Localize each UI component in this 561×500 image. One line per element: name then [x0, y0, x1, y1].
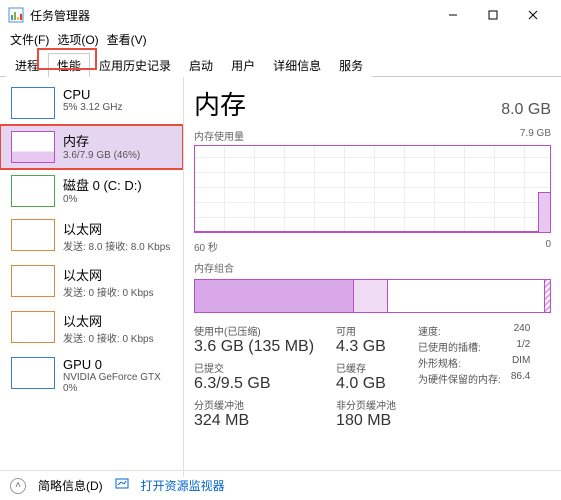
- chevron-down-icon[interactable]: ˄: [10, 478, 26, 494]
- sidebar-item-memory[interactable]: 内存 3.6/7.9 GB (46%): [0, 125, 183, 169]
- memory-thumbnail: [11, 131, 55, 163]
- stat-nonpaged: 180 MB: [336, 412, 396, 430]
- sidebar-item-cpu[interactable]: CPU 5% 3.12 GHz: [0, 81, 183, 125]
- monitor-icon: [115, 477, 129, 494]
- sidebar-sublabel: 0%: [63, 194, 175, 205]
- stat-label: 已提交: [194, 360, 314, 375]
- slots-value: 1/2: [516, 339, 530, 354]
- minimize-button[interactable]: [433, 0, 473, 30]
- page-title: 内存: [194, 85, 246, 122]
- sidebar-sublabel: 发送: 0 接收: 0 Kbps: [63, 330, 175, 345]
- tab-processes[interactable]: 进程: [6, 53, 48, 77]
- tab-performance[interactable]: 性能: [48, 53, 90, 77]
- sidebar-item-gpu[interactable]: GPU 0 NVIDIA GeForce GTX 0%: [0, 351, 183, 400]
- form-label: 外形规格:: [418, 355, 461, 370]
- tabs: 进程 性能 应用历史记录 启动 用户 详细信息 服务: [0, 52, 561, 77]
- stat-cached: 4.0 GB: [336, 375, 396, 393]
- composition-reserved: [544, 280, 550, 312]
- memory-usage-chart[interactable]: [194, 145, 551, 233]
- tab-app-history[interactable]: 应用历史记录: [90, 53, 180, 77]
- composition-in-use: [195, 280, 354, 312]
- tab-details[interactable]: 详细信息: [264, 53, 330, 77]
- content: CPU 5% 3.12 GHz 内存 3.6/7.9 GB (46%) 磁盘 0…: [0, 77, 561, 477]
- stat-label: 分页缓冲池: [194, 397, 314, 412]
- open-resource-monitor-link[interactable]: 打开资源监视器: [141, 477, 225, 494]
- gpu-thumbnail: [11, 357, 55, 389]
- disk-thumbnail: [11, 175, 55, 207]
- stat-label: 使用中(已压缩): [194, 323, 314, 338]
- sidebar-label: GPU 0: [63, 357, 175, 372]
- sidebar-label: 内存: [63, 131, 175, 150]
- tab-users[interactable]: 用户: [222, 53, 264, 77]
- sidebar-item-disk[interactable]: 磁盘 0 (C: D:) 0%: [0, 169, 183, 213]
- menubar: 文件(F) 选项(O) 查看(V): [0, 30, 561, 50]
- sidebar-label: 磁盘 0 (C: D:): [63, 175, 175, 194]
- sidebar-sublabel: 3.6/7.9 GB (46%): [63, 150, 175, 161]
- chart-max: 7.9 GB: [520, 128, 551, 143]
- stat-available: 4.3 GB: [336, 338, 396, 356]
- sidebar-sublabel: 5% 3.12 GHz: [63, 102, 175, 113]
- stat-paged: 324 MB: [194, 412, 314, 430]
- titlebar: 任务管理器: [0, 0, 561, 30]
- sidebar-item-ethernet-1[interactable]: 以太网 发送: 8.0 接收: 8.0 Kbps: [0, 213, 183, 259]
- close-button[interactable]: [513, 0, 553, 30]
- tab-services[interactable]: 服务: [330, 53, 372, 77]
- speed-label: 速度:: [418, 323, 441, 338]
- sidebar-label: 以太网: [63, 219, 175, 238]
- sidebar-sublabel: NVIDIA GeForce GTX: [63, 372, 175, 383]
- menu-file[interactable]: 文件(F): [6, 30, 53, 50]
- sidebar-label: CPU: [63, 87, 175, 102]
- sidebar: CPU 5% 3.12 GHz 内存 3.6/7.9 GB (46%) 磁盘 0…: [0, 77, 184, 477]
- chart-label: 内存使用量: [194, 128, 244, 143]
- sidebar-sublabel: 发送: 8.0 接收: 8.0 Kbps: [63, 238, 175, 253]
- ethernet-thumbnail: [11, 311, 55, 343]
- sidebar-item-ethernet-3[interactable]: 以太网 发送: 0 接收: 0 Kbps: [0, 305, 183, 351]
- chart-time-zero: 0: [545, 239, 551, 254]
- window-title: 任务管理器: [30, 7, 90, 24]
- chart-line: [195, 231, 538, 232]
- cpu-thumbnail: [11, 87, 55, 119]
- tab-startup[interactable]: 启动: [180, 53, 222, 77]
- chart-time-label: 60 秒: [194, 239, 218, 254]
- sidebar-sublabel: 发送: 0 接收: 0 Kbps: [63, 284, 175, 299]
- stat-in-use: 3.6 GB (135 MB): [194, 338, 314, 356]
- slots-label: 已使用的插槽:: [418, 339, 481, 354]
- ethernet-thumbnail: [11, 265, 55, 297]
- composition-label: 内存组合: [194, 260, 234, 275]
- stat-label: 已缓存: [336, 360, 396, 375]
- menu-view[interactable]: 查看(V): [103, 30, 151, 50]
- speed-value: 240: [514, 323, 531, 338]
- form-value: DIM: [512, 355, 530, 370]
- sidebar-sublabel: 0%: [63, 383, 175, 394]
- stat-label: 可用: [336, 323, 396, 338]
- footer: ˄ 简略信息(D) 打开资源监视器: [0, 470, 561, 500]
- menu-options[interactable]: 选项(O): [53, 30, 102, 50]
- main-panel: 内存 8.0 GB 内存使用量 7.9 GB 60 秒 0 内存组合 使用中(已…: [184, 77, 561, 477]
- chart-fill: [538, 192, 550, 232]
- sidebar-label: 以太网: [63, 311, 175, 330]
- stat-committed: 6.3/9.5 GB: [194, 375, 314, 393]
- memory-composition-chart[interactable]: [194, 279, 551, 313]
- stat-label: 非分页缓冲池: [336, 397, 396, 412]
- reserved-label: 为硬件保留的内存:: [418, 371, 501, 386]
- sidebar-label: 以太网: [63, 265, 175, 284]
- ethernet-thumbnail: [11, 219, 55, 251]
- maximize-button[interactable]: [473, 0, 513, 30]
- sidebar-item-ethernet-2[interactable]: 以太网 发送: 0 接收: 0 Kbps: [0, 259, 183, 305]
- memory-capacity: 8.0 GB: [501, 101, 551, 119]
- app-icon: [8, 7, 24, 23]
- composition-standby: [388, 280, 544, 312]
- composition-modified: [354, 280, 388, 312]
- fewer-details-link[interactable]: 简略信息(D): [38, 477, 103, 494]
- reserved-value: 86.4: [511, 371, 530, 386]
